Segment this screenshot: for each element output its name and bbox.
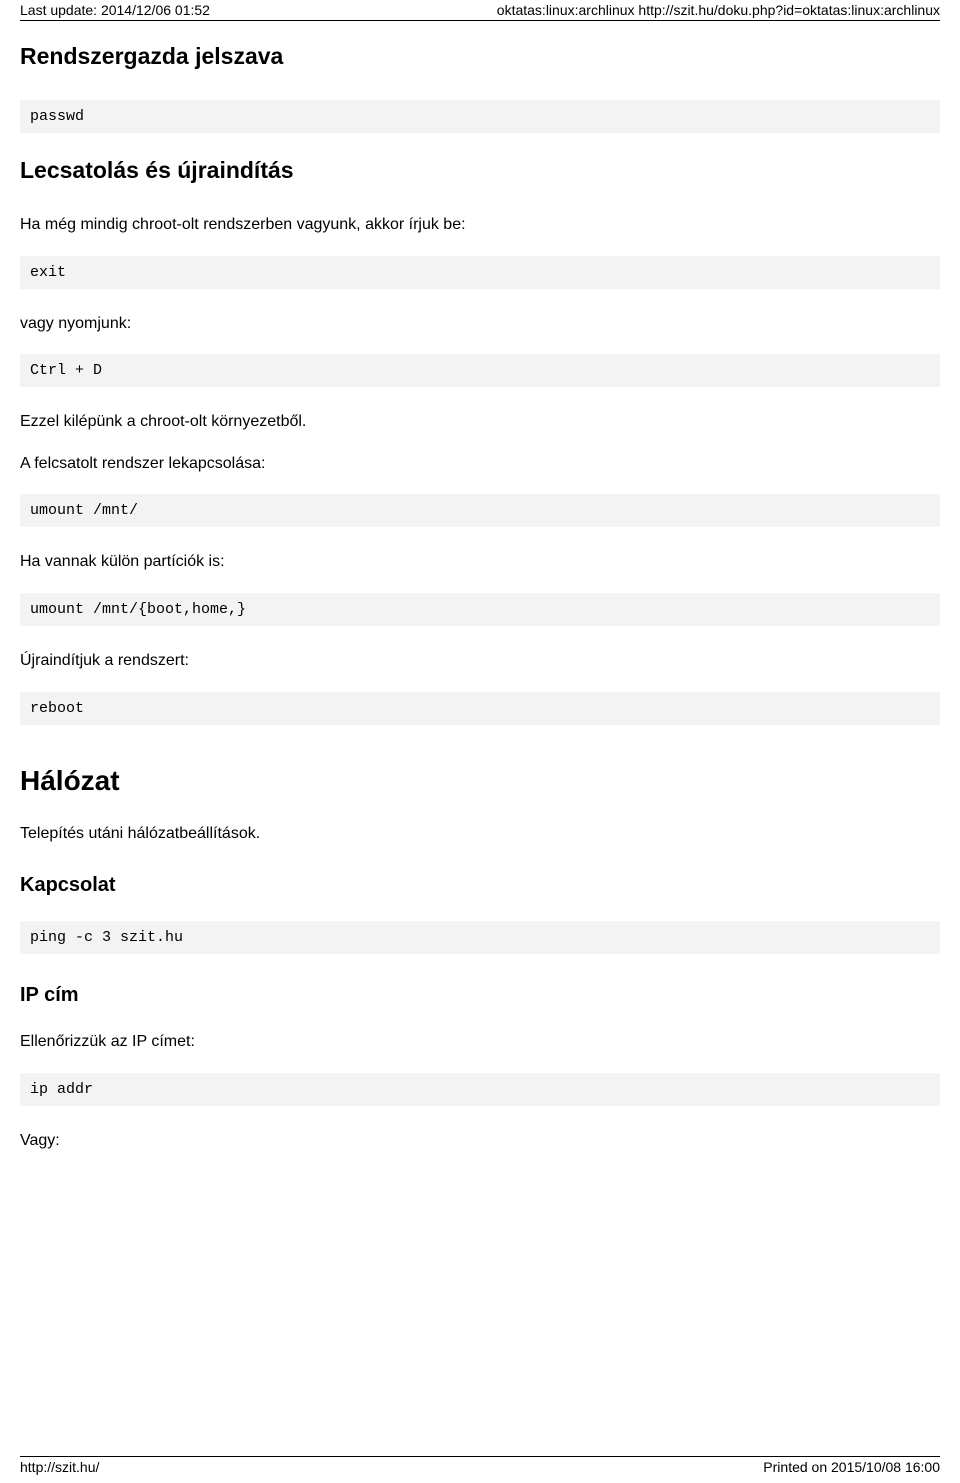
- code-reboot: reboot: [20, 692, 940, 725]
- heading-unmount-reboot: Lecsatolás és újraindítás: [20, 157, 940, 184]
- code-umount-mnt: umount /mnt/: [20, 494, 940, 527]
- paragraph-exit-chroot: Ezzel kilépünk a chroot-olt környezetből…: [20, 411, 940, 433]
- code-passwd: passwd: [20, 100, 940, 133]
- paragraph-or-press: vagy nyomjunk:: [20, 313, 940, 335]
- paragraph-check-ip: Ellenőrizzük az IP címet:: [20, 1031, 940, 1053]
- page-container: Last update: 2014/12/06 01:52 oktatas:li…: [0, 0, 960, 1483]
- page-footer: http://szit.hu/ Printed on 2015/10/08 16…: [20, 1456, 940, 1475]
- paragraph-post-install-network: Telepítés utáni hálózatbeállítások.: [20, 823, 940, 845]
- code-ping: ping -c 3 szit.hu: [20, 921, 940, 954]
- footer-url: http://szit.hu/: [20, 1459, 99, 1475]
- code-ctrl-d: Ctrl + D: [20, 354, 940, 387]
- paragraph-reboot-desc: Újraindítjuk a rendszert:: [20, 650, 940, 672]
- heading-network: Hálózat: [20, 765, 940, 797]
- header-page-path: oktatas:linux:archlinux http://szit.hu/d…: [497, 2, 940, 18]
- heading-root-password: Rendszergazda jelszava: [20, 43, 940, 70]
- code-ip-addr: ip addr: [20, 1073, 940, 1106]
- paragraph-or: Vagy:: [20, 1130, 940, 1152]
- paragraph-separate-partitions: Ha vannak külön partíciók is:: [20, 551, 940, 573]
- header-last-update: Last update: 2014/12/06 01:52: [20, 2, 210, 18]
- paragraph-chroot-note: Ha még mindig chroot-olt rendszerben vag…: [20, 214, 940, 236]
- heading-connection: Kapcsolat: [20, 874, 940, 897]
- footer-print-date: Printed on 2015/10/08 16:00: [763, 1459, 940, 1475]
- page-header: Last update: 2014/12/06 01:52 oktatas:li…: [20, 0, 940, 21]
- code-umount-multi: umount /mnt/{boot,home,}: [20, 593, 940, 626]
- paragraph-unmount-desc: A felcsatolt rendszer lekapcsolása:: [20, 453, 940, 475]
- heading-ip-address: IP cím: [20, 984, 940, 1007]
- code-exit: exit: [20, 256, 940, 289]
